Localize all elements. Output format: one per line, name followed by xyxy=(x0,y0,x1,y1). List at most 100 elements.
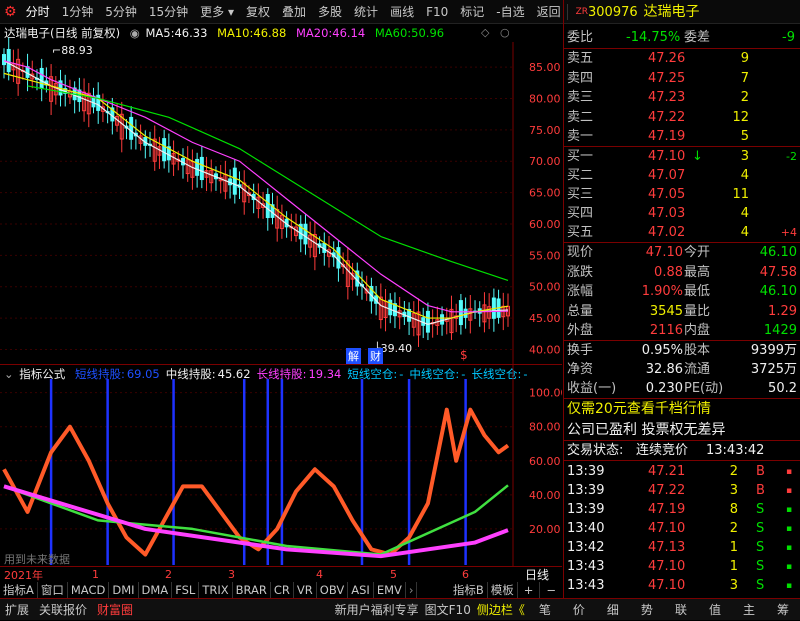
toolbar-item-multi[interactable]: 多股 xyxy=(312,0,348,24)
tab-macd[interactable]: MACD xyxy=(68,582,110,598)
candle-body xyxy=(129,116,134,140)
weicha-value: -9 xyxy=(782,30,795,45)
toolbar-item-watchlist[interactable]: -自选 xyxy=(490,0,530,24)
bid-change: -2 xyxy=(786,150,797,163)
toolbar-item-f10[interactable]: F10 xyxy=(420,0,454,24)
price-tick-label: 70.00 xyxy=(529,155,561,168)
toolbar-item-overlay[interactable]: 叠加 xyxy=(276,0,312,24)
tab-emv[interactable]: EMV xyxy=(374,582,406,598)
stat-row: 涨跌 0.88 最高 47.58 xyxy=(564,263,800,283)
tab-vr[interactable]: VR xyxy=(294,582,317,598)
right-tab-main[interactable]: 主 xyxy=(732,599,766,621)
right-tab-link[interactable]: 联 xyxy=(664,599,698,621)
tick-price: 47.10 xyxy=(648,521,686,536)
toolbar-item-back[interactable]: 返回 xyxy=(531,0,567,24)
stat-row: 总量 3545 量比 1.29 xyxy=(564,302,800,322)
stat-value: 32.86 xyxy=(645,362,683,377)
month-1: 1 xyxy=(92,568,99,581)
tab-brar[interactable]: BRAR xyxy=(233,582,271,598)
toolbar-item-draw[interactable]: 画线 xyxy=(384,0,420,24)
indicator-line-2 xyxy=(3,484,509,559)
stat-value: 0.88 xyxy=(654,264,683,280)
year-label: 2021年 xyxy=(4,568,43,582)
tab-fsl[interactable]: FSL xyxy=(172,582,200,598)
right-tab-trades[interactable]: 笔 xyxy=(528,599,562,621)
tick-flag-icon: ▪ xyxy=(786,505,793,515)
tab-template[interactable]: 模板 xyxy=(488,582,518,598)
event-marker-cai[interactable]: 财 xyxy=(368,348,383,364)
tick-time: 13:39 xyxy=(567,483,605,498)
candle-body xyxy=(303,223,308,245)
candle-body xyxy=(458,300,463,326)
bottom-tab-fortune[interactable]: 财富圈 xyxy=(92,599,138,621)
dividend-marker[interactable]: $ xyxy=(460,348,468,362)
indicator-line-0 xyxy=(2,407,510,557)
indicator-svg: 100.00 80.00 60.00 40.00 20.00 xyxy=(0,365,562,567)
tab-dmi[interactable]: DMI xyxy=(109,582,139,598)
period-label[interactable]: 日线 xyxy=(525,566,549,583)
tick-flag-icon: ▪ xyxy=(786,524,793,534)
stat2-row: 净资 32.86 流通 3725万 xyxy=(564,360,800,380)
toolbar-item-15min[interactable]: 15分钟 xyxy=(143,0,194,24)
month-3: 3 xyxy=(228,568,235,581)
right-tab-chips[interactable]: 筹 xyxy=(766,599,800,621)
tick-side: S xyxy=(756,578,765,593)
toolbar-item-intraday[interactable]: 分时 xyxy=(20,0,56,24)
stat-row: 现价 47.10 今开 46.10 xyxy=(564,243,800,263)
tab-obv[interactable]: OBV xyxy=(317,582,349,598)
future-data-note: 用到未来数据 xyxy=(4,553,70,566)
sidebar-chevron-icon: 《 xyxy=(512,602,525,617)
tick-time: 13:43 xyxy=(567,578,605,593)
tab-window[interactable]: 窗口 xyxy=(38,582,68,598)
toolbar-item-stats[interactable]: 统计 xyxy=(348,0,384,24)
candle-body xyxy=(463,308,468,318)
bottom-tab-extend[interactable]: 扩展 xyxy=(0,599,34,621)
add-pane-button[interactable]: + xyxy=(518,582,541,598)
settings-gear-icon[interactable]: ⚙ xyxy=(0,4,20,20)
tab-trix[interactable]: TRIX xyxy=(199,582,233,598)
right-tab-price[interactable]: 价 xyxy=(562,599,596,621)
bottom-tab-related[interactable]: 关联报价 xyxy=(34,599,92,621)
bottom-f10-graphic[interactable]: 图文F10 xyxy=(422,599,474,621)
toolbar-item-adjust[interactable]: 复权 xyxy=(240,0,276,24)
candle-body xyxy=(39,67,44,89)
tab-scroll-right-icon[interactable]: › xyxy=(406,582,418,598)
stat-value: 47.58 xyxy=(759,264,797,280)
stat-label: 涨幅 xyxy=(567,284,594,299)
tab-cr[interactable]: CR xyxy=(271,582,294,598)
bid-level-label: 买五 xyxy=(567,225,594,240)
bid-price: 47.05 xyxy=(648,187,686,202)
tick-volume: 3 xyxy=(729,578,738,593)
event-marker-jie[interactable]: 解 xyxy=(346,348,361,364)
tick-price: 47.10 xyxy=(648,559,686,574)
stat-label: 涨跌 xyxy=(567,264,594,280)
right-tab-value[interactable]: 值 xyxy=(698,599,732,621)
candle-body xyxy=(6,48,11,73)
tab-indicator-a[interactable]: 指标A xyxy=(0,582,38,598)
indicator-panel[interactable]: ⌄ 指标公式 短线持股: 69.05 中线持股: 45.62 长线持股: 19.34 短线空… xyxy=(0,364,562,567)
tab-indicator-b[interactable]: 指标B xyxy=(450,582,488,598)
toolbar-item-1min[interactable]: 1分钟 xyxy=(56,0,100,24)
weibi-row: 委比 -14.75% 委差 -9 xyxy=(564,28,800,48)
toolbar-item-more[interactable]: 更多 ▾ xyxy=(194,0,240,24)
bid-volume: 4 xyxy=(740,168,749,183)
stat-value: 2116 xyxy=(649,323,683,338)
bid-price: 47.02 xyxy=(648,225,686,240)
tab-dma[interactable]: DMA xyxy=(139,582,173,598)
kline-chart-panel[interactable]: 达瑞电子(日线 前复权) ◉ MA5:46.33 MA10:46.88 MA20… xyxy=(0,24,562,364)
bottom-sidebar-toggle[interactable]: 侧边栏《 xyxy=(474,599,528,621)
tab-asi[interactable]: ASI xyxy=(348,582,374,598)
toolbar-item-5min[interactable]: 5分钟 xyxy=(99,0,143,24)
bottom-new-user-promo[interactable]: 新用户福利专享 xyxy=(332,599,422,621)
toolbar-item-mark[interactable]: 标记 xyxy=(454,0,490,24)
tick-side: S xyxy=(756,559,765,574)
depth-promo[interactable]: 仅需20元查看千档行情 xyxy=(564,399,800,419)
right-tab-trend[interactable]: 势 xyxy=(630,599,664,621)
remove-pane-button[interactable]: − xyxy=(540,582,562,598)
stat-value: 0.230 xyxy=(645,381,683,396)
tick-flag-icon: ▪ xyxy=(786,467,793,477)
trade-status-row: 交易状态: 连续竞价 13:43:42 xyxy=(564,441,800,461)
indicator-tick-label: 20.00 xyxy=(529,523,561,536)
ask-level-row: 卖五 47.26 9 xyxy=(564,49,800,69)
right-tab-detail[interactable]: 细 xyxy=(596,599,630,621)
